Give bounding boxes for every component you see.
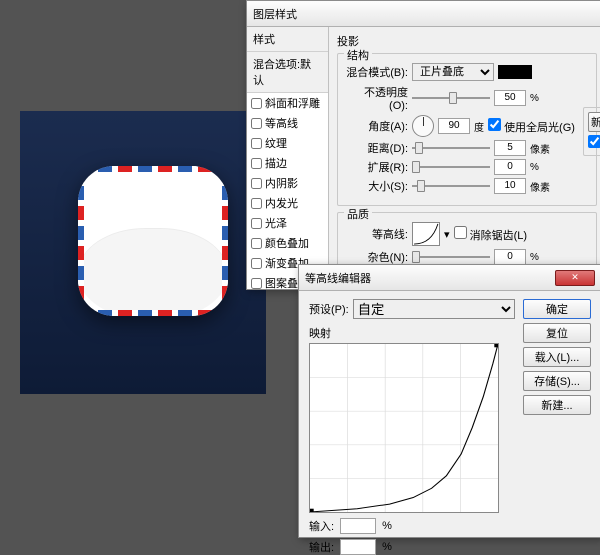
angle-value[interactable]: 90 [438, 118, 470, 134]
spread-value[interactable]: 0 [494, 159, 526, 175]
contour-picker[interactable] [412, 222, 440, 246]
input-unit: % [382, 520, 392, 532]
style-item-3[interactable]: 描边 [247, 153, 328, 173]
distance-value[interactable]: 5 [494, 140, 526, 156]
angle-dial[interactable] [412, 115, 434, 137]
opacity-value[interactable]: 50 [494, 90, 526, 106]
angle-label: 角度(A): [346, 118, 408, 134]
style-checkbox[interactable] [251, 238, 262, 249]
shadow-color-swatch[interactable] [498, 65, 532, 79]
ok-button[interactable]: 确定 [523, 299, 591, 319]
chevron-down-icon[interactable]: ▾ [444, 228, 450, 241]
style-head[interactable]: 样式 [247, 27, 328, 52]
style-item-0[interactable]: 斜面和浮雕 [247, 93, 328, 113]
drop-shadow-panel: 投影 结构 混合模式(B): 正片叠底 不透明度(O): 50 % 角度(A): [329, 27, 600, 289]
reset-button[interactable]: 复位 [523, 323, 591, 343]
contour-label: 等高线: [346, 226, 408, 242]
antialias-checkbox[interactable]: 消除锯齿(L) [454, 226, 528, 243]
spread-unit: % [530, 162, 539, 173]
quality-title: 品质 [344, 206, 372, 222]
style-item-label: 内发光 [265, 195, 298, 211]
layer-style-title: 图层样式 [253, 6, 599, 22]
style-item-label: 等高线 [265, 115, 298, 131]
style-list: 样式 混合选项:默认 斜面和浮雕等高线纹理描边内阴影内发光光泽颜色叠加渐变叠加图… [247, 27, 329, 289]
contour-editor-titlebar[interactable]: 等高线编辑器 ✕ [299, 265, 600, 291]
curve-editor[interactable] [309, 343, 499, 513]
size-unit: 像素 [530, 179, 550, 194]
style-checkbox[interactable] [251, 158, 262, 169]
noise-slider[interactable] [412, 250, 490, 264]
output-value[interactable] [340, 539, 376, 555]
style-checkbox[interactable] [251, 118, 262, 129]
size-label: 大小(S): [346, 178, 408, 194]
spread-label: 扩展(R): [346, 159, 408, 175]
layer-style-dialog: 图层样式 样式 混合选项:默认 斜面和浮雕等高线纹理描边内阴影内发光光泽颜色叠加… [246, 0, 600, 290]
section-title: 投影 [337, 33, 597, 49]
distance-slider[interactable] [412, 141, 490, 155]
size-slider[interactable] [412, 179, 490, 193]
new-style-button[interactable]: 新建 [588, 112, 600, 132]
output-unit: % [382, 541, 392, 553]
opacity-unit: % [530, 93, 539, 104]
structure-title: 结构 [344, 47, 372, 63]
style-item-label: 描边 [265, 155, 287, 171]
contour-editor-title: 等高线编辑器 [305, 270, 555, 286]
noise-label: 杂色(N): [346, 249, 408, 265]
style-item-label: 纹理 [265, 135, 287, 151]
load-button[interactable]: 载入(L)... [523, 347, 591, 367]
distance-unit: 像素 [530, 141, 550, 156]
global-light-checkbox[interactable]: 使用全局光(G) [488, 118, 575, 135]
mapping-label: 映射 [309, 325, 515, 341]
style-item-label: 斜面和浮雕 [265, 95, 320, 111]
style-checkbox[interactable] [251, 278, 262, 289]
blend-head[interactable]: 混合选项:默认 [247, 52, 328, 93]
envelope-icon-preview [78, 166, 228, 316]
layer-style-titlebar[interactable]: 图层样式 [247, 1, 600, 27]
style-item-label: 颜色叠加 [265, 235, 309, 251]
noise-value[interactable]: 0 [494, 249, 526, 265]
style-item-6[interactable]: 光泽 [247, 213, 328, 233]
contour-editor-dialog: 等高线编辑器 ✕ 预设(P): 自定 映射 [298, 264, 600, 538]
style-item-2[interactable]: 纹理 [247, 133, 328, 153]
structure-group: 结构 混合模式(B): 正片叠底 不透明度(O): 50 % 角度(A): 90… [337, 53, 597, 206]
blend-mode-label: 混合模式(B): [346, 64, 408, 80]
angle-unit: 度 [474, 119, 484, 134]
style-checkbox[interactable] [251, 218, 262, 229]
side-checkbox[interactable] [588, 135, 600, 151]
opacity-label: 不透明度(O): [346, 84, 408, 112]
style-item-5[interactable]: 内发光 [247, 193, 328, 213]
preset-select[interactable]: 自定 [353, 299, 515, 319]
input-value[interactable] [340, 518, 376, 534]
close-icon[interactable]: ✕ [555, 270, 595, 286]
new-button[interactable]: 新建... [523, 395, 591, 415]
opacity-slider[interactable] [412, 91, 490, 105]
blend-mode-select[interactable]: 正片叠底 [412, 63, 494, 81]
style-item-4[interactable]: 内阴影 [247, 173, 328, 193]
output-label: 输出: [309, 539, 334, 555]
style-checkbox[interactable] [251, 198, 262, 209]
noise-unit: % [530, 252, 539, 263]
style-item-label: 光泽 [265, 215, 287, 231]
distance-label: 距离(D): [346, 140, 408, 156]
preset-label: 预设(P): [309, 301, 349, 317]
input-label: 输入: [309, 518, 334, 534]
style-checkbox[interactable] [251, 138, 262, 149]
spread-slider[interactable] [412, 160, 490, 174]
save-button[interactable]: 存储(S)... [523, 371, 591, 391]
canvas [20, 111, 266, 394]
style-item-1[interactable]: 等高线 [247, 113, 328, 133]
style-checkbox[interactable] [251, 178, 262, 189]
size-value[interactable]: 10 [494, 178, 526, 194]
style-item-7[interactable]: 颜色叠加 [247, 233, 328, 253]
style-checkbox[interactable] [251, 98, 262, 109]
side-group: 新建 [583, 107, 600, 156]
style-checkbox[interactable] [251, 258, 262, 269]
style-item-label: 内阴影 [265, 175, 298, 191]
